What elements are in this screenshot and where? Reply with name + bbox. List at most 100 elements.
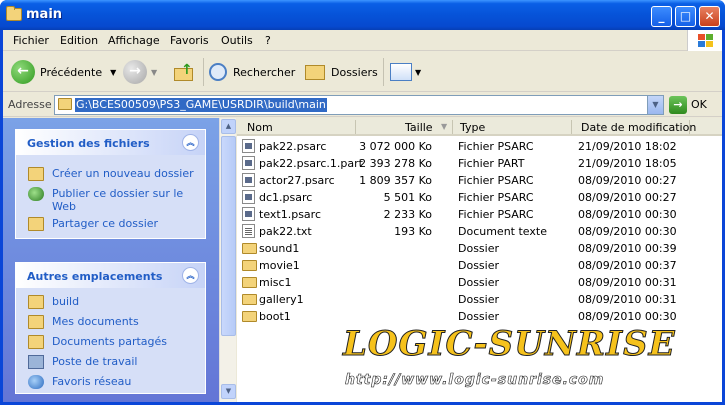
up-folder-button[interactable]: ↑ xyxy=(173,58,195,86)
place-build[interactable]: build xyxy=(28,295,198,309)
scroll-down-icon[interactable]: ▼ xyxy=(221,384,236,399)
folder-icon xyxy=(242,277,257,288)
collapse-icon[interactable]: ︽ xyxy=(182,267,199,284)
file-row[interactable]: actor27.psarc 1 809 357 Ko Fichier PSARC 08… xyxy=(237,172,722,189)
windows-logo-icon xyxy=(687,30,722,51)
watermark-logo: LOGIC-SUNRISE xyxy=(343,324,676,365)
file-date: 08/09/2010 00:30 xyxy=(578,225,677,238)
file-icon xyxy=(242,173,255,187)
folders-icon xyxy=(305,64,325,80)
place-network[interactable]: Favoris réseau xyxy=(28,375,198,389)
task-publish-web[interactable]: Publier ce dossier sur le Web xyxy=(28,187,198,213)
file-row[interactable]: sound1 Dossier 08/09/2010 00:39 xyxy=(237,240,722,257)
file-row[interactable]: dc1.psarc 5 501 Ko Fichier PSARC 08/09/2010… xyxy=(237,189,722,206)
file-row[interactable]: gallery1 Dossier 08/09/2010 00:31 xyxy=(237,291,722,308)
folders-button[interactable]: Dossiers xyxy=(305,58,378,86)
window-title: main xyxy=(26,7,63,22)
scroll-up-icon[interactable]: ▲ xyxy=(221,119,236,134)
column-size[interactable]: Taille xyxy=(405,121,433,134)
file-name: text1.psarc xyxy=(259,208,321,221)
maximize-button[interactable]: □ xyxy=(675,6,696,27)
menu-help[interactable]: ? xyxy=(265,34,271,47)
my-computer-icon xyxy=(28,355,44,369)
place-shared-documents[interactable]: Documents partagés xyxy=(28,335,198,349)
menu-fichier[interactable]: Fichier xyxy=(13,34,49,47)
chevron-down-icon[interactable]: ▼ xyxy=(415,68,421,77)
search-icon xyxy=(209,63,227,81)
file-size: 193 Ko xyxy=(394,225,432,238)
menu-affichage[interactable]: Affichage xyxy=(108,34,160,47)
file-date: 08/09/2010 00:30 xyxy=(578,310,677,323)
folder-icon xyxy=(58,98,72,110)
file-row[interactable]: misc1 Dossier 08/09/2010 00:31 xyxy=(237,274,722,291)
menu-outils[interactable]: Outils xyxy=(221,34,253,47)
address-bar: Adresse G:\BCES00509\PS3_GAME\USRDIR\bui… xyxy=(3,93,722,117)
search-button[interactable]: Rechercher xyxy=(209,58,295,86)
file-name: gallery1 xyxy=(259,293,304,306)
file-row[interactable]: text1.psarc 2 233 Ko Fichier PSARC 08/09/20… xyxy=(237,206,722,223)
column-type[interactable]: Type xyxy=(460,121,485,134)
file-date: 08/09/2010 00:31 xyxy=(578,293,677,306)
menu-edition[interactable]: Edition xyxy=(60,34,98,47)
other-places-panel: Autres emplacements ︽ build Mes document… xyxy=(15,262,206,394)
file-icon xyxy=(242,190,255,204)
file-row[interactable]: pak22.txt 193 Ko Document texte 08/09/2010 … xyxy=(237,223,722,240)
chevron-down-icon[interactable]: ▼ xyxy=(110,68,116,77)
address-input[interactable]: G:\BCES00509\PS3_GAME\USRDIR\build\main … xyxy=(54,95,664,115)
file-size: 5 501 Ko xyxy=(383,191,432,204)
forward-button[interactable]: → ▼ xyxy=(123,58,157,86)
views-button[interactable]: ▼ xyxy=(390,58,421,86)
folder-icon xyxy=(242,294,257,305)
back-button[interactable]: ← Précédente ▼ xyxy=(11,58,116,86)
forward-arrow-icon: → xyxy=(123,60,147,84)
address-dropdown-button[interactable]: ▼ xyxy=(647,96,663,114)
file-icon xyxy=(242,207,255,221)
task-pane-scrollbar[interactable]: ▲ ▼ xyxy=(219,118,236,402)
collapse-icon[interactable]: ︽ xyxy=(182,134,199,151)
file-row[interactable]: pak22.psarc 3 072 000 Ko Fichier PSARC 21/0… xyxy=(237,138,722,155)
network-icon xyxy=(28,375,44,389)
menu-favoris[interactable]: Favoris xyxy=(170,34,209,47)
text-file-icon xyxy=(242,224,255,238)
file-date: 08/09/2010 00:39 xyxy=(578,242,677,255)
file-name: dc1.psarc xyxy=(259,191,313,204)
address-label: Adresse xyxy=(8,98,52,111)
folder-up-icon: ↑ xyxy=(173,62,195,82)
address-value: G:\BCES00509\PS3_GAME\USRDIR\build\main xyxy=(75,98,327,112)
column-date[interactable]: Date de modification xyxy=(581,121,696,134)
file-type: Dossier xyxy=(458,293,500,306)
folder-icon xyxy=(28,295,44,309)
file-type: Fichier PSARC xyxy=(458,191,534,204)
other-places-header[interactable]: Autres emplacements ︽ xyxy=(16,263,205,288)
views-icon xyxy=(390,63,412,81)
folder-icon xyxy=(242,260,257,271)
folder-icon xyxy=(242,311,257,322)
file-tasks-header[interactable]: Gestion des fichiers ︽ xyxy=(16,130,205,155)
place-my-documents[interactable]: Mes documents xyxy=(28,315,198,329)
scroll-thumb[interactable] xyxy=(221,136,236,336)
title-bar[interactable]: main _ □ ✕ xyxy=(0,0,725,30)
file-name: pak22.psarc xyxy=(259,140,327,153)
close-button[interactable]: ✕ xyxy=(699,6,720,27)
minimize-button[interactable]: _ xyxy=(651,6,672,27)
folder-icon xyxy=(6,6,22,21)
task-share-folder[interactable]: Partager ce dossier xyxy=(28,217,198,231)
file-row[interactable]: pak22.psarc.1.part 2 393 278 Ko Fichier PA… xyxy=(237,155,722,172)
file-name: actor27.psarc xyxy=(259,174,335,187)
go-arrow-icon[interactable]: → xyxy=(669,96,687,114)
go-button[interactable]: OK xyxy=(691,98,707,111)
chevron-down-icon[interactable]: ▼ xyxy=(151,68,157,77)
place-my-computer[interactable]: Poste de travail xyxy=(28,355,198,369)
file-type: Fichier PSARC xyxy=(458,208,534,221)
window-client: Fichier Edition Affichage Favoris Outils… xyxy=(3,30,722,402)
file-date: 21/09/2010 18:02 xyxy=(578,140,677,153)
file-icon xyxy=(242,139,255,153)
task-new-folder[interactable]: Créer un nouveau dossier xyxy=(28,167,198,181)
column-name[interactable]: Nom xyxy=(247,121,273,134)
sort-desc-icon: ▼ xyxy=(441,122,448,131)
explorer-window: main _ □ ✕ Fichier Edition Affichage Fav… xyxy=(0,0,725,405)
my-documents-icon xyxy=(28,315,44,329)
file-row[interactable]: movie1 Dossier 08/09/2010 00:37 xyxy=(237,257,722,274)
file-date: 08/09/2010 00:27 xyxy=(578,174,677,187)
file-icon xyxy=(242,156,255,170)
